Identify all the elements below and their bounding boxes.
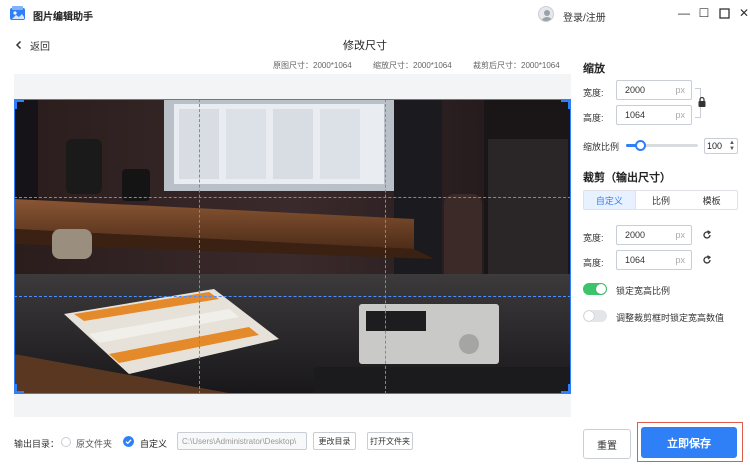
restore-icon[interactable] xyxy=(717,6,731,20)
lock-values-toggle[interactable] xyxy=(583,310,607,322)
scale-ratio-stepper[interactable]: 100 ▲ ▼ xyxy=(704,138,738,154)
scaled-size-text: 缩放尺寸：2000*1064 xyxy=(373,61,452,70)
crop-heading: 裁剪（输出尺寸） xyxy=(583,172,671,184)
title-bar: 图片编辑助手 登录/注册 — ☐ ✕ xyxy=(0,0,750,28)
app-logo-icon xyxy=(10,6,25,20)
lock-icon[interactable] xyxy=(698,96,706,108)
back-button[interactable]: 返回 xyxy=(14,38,50,53)
crop-height-label: 高度: xyxy=(583,258,604,268)
app-title: 图片编辑助手 xyxy=(33,12,93,23)
scale-ratio-slider-thumb[interactable] xyxy=(635,140,647,151)
output-dir-label: 输出目录： xyxy=(14,439,60,449)
cropped-size-text: 裁剪后尺寸：2000*1064 xyxy=(473,61,560,70)
lock-ratio-toggle[interactable] xyxy=(583,283,607,295)
radio-original-folder[interactable] xyxy=(61,437,71,447)
tab-ratio[interactable]: 比例 xyxy=(636,191,687,209)
open-folder-button[interactable]: 打开文件夹 xyxy=(367,432,413,450)
refresh-icon[interactable] xyxy=(702,230,712,240)
change-directory-button[interactable]: 更改目录 xyxy=(313,432,356,450)
crop-height-input[interactable]: 1064 px xyxy=(616,250,692,270)
crop-grid-line xyxy=(199,99,200,394)
scale-width-input[interactable]: 2000 px xyxy=(616,80,692,100)
minimize-icon[interactable]: — xyxy=(677,6,691,20)
crop-handle-top-right[interactable] xyxy=(561,99,571,109)
save-now-button[interactable]: 立即保存 xyxy=(641,427,737,458)
original-size-text: 原图尺寸：2000*1064 xyxy=(273,61,352,70)
original-folder-label[interactable]: 原文件夹 xyxy=(76,437,112,450)
scale-heading: 缩放 xyxy=(583,63,605,75)
crop-handle-bottom-left[interactable] xyxy=(14,384,24,394)
close-icon[interactable]: ✕ xyxy=(737,6,750,20)
refresh-icon[interactable] xyxy=(702,255,712,265)
crop-handle-top-left[interactable] xyxy=(14,99,24,109)
chevron-down-icon[interactable]: ▼ xyxy=(729,146,735,152)
crop-grid-line xyxy=(14,197,571,198)
avatar[interactable] xyxy=(538,6,554,22)
scale-height-label: 高度: xyxy=(583,113,604,123)
tab-custom[interactable]: 自定义 xyxy=(584,191,636,209)
check-circle-icon[interactable] xyxy=(123,436,134,447)
scale-height-input[interactable]: 1064 px xyxy=(616,105,692,125)
back-label: 返回 xyxy=(30,41,50,53)
crop-mode-tabs: 自定义 比例 模板 xyxy=(583,190,738,210)
page-title: 修改尺寸 xyxy=(343,40,387,52)
scale-ratio-label: 缩放比例 xyxy=(583,142,620,152)
preview-image xyxy=(14,99,571,394)
scale-width-label: 宽度: xyxy=(583,88,604,98)
chevron-left-icon xyxy=(15,40,22,50)
crop-handle-bottom-right[interactable] xyxy=(561,384,571,394)
tab-template[interactable]: 模板 xyxy=(686,191,737,209)
crop-grid-line xyxy=(14,296,571,297)
sub-header: 返回 修改尺寸 原图尺寸：2000*1064 缩放尺寸：2000*1064 裁剪… xyxy=(0,28,750,72)
custom-folder-label[interactable]: 自定义 xyxy=(140,437,167,450)
reset-button[interactable]: 重置 xyxy=(583,429,631,459)
lock-ratio-label: 锁定宽高比例 xyxy=(616,286,671,296)
crop-width-input[interactable]: 2000 px xyxy=(616,225,692,245)
crop-grid-line xyxy=(385,99,386,394)
login-register-link[interactable]: 登录/注册 xyxy=(563,9,606,24)
output-path-field[interactable]: C:\Users\Administrator\Desktop\ xyxy=(177,432,307,450)
lock-values-label: 调整裁剪框时锁定宽高数值 xyxy=(616,313,725,323)
crop-width-label: 宽度: xyxy=(583,233,604,243)
maximize-icon[interactable]: ☐ xyxy=(697,6,711,20)
